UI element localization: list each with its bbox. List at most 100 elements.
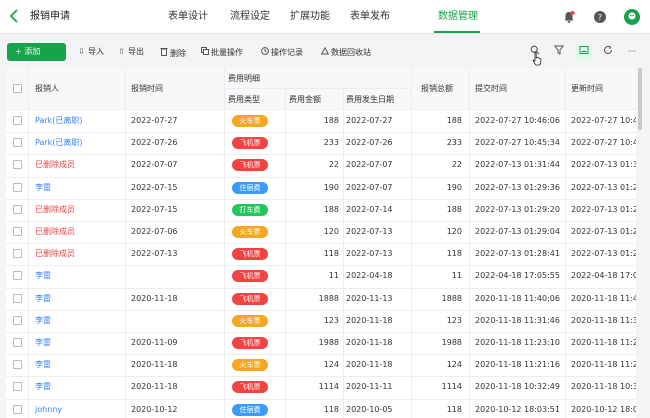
fee-type-badge: 飞机票 [232, 337, 268, 349]
header-applicant[interactable]: 报销人 [35, 84, 59, 94]
row-checkbox[interactable] [13, 338, 22, 347]
submitted-time-cell: 2020-11-18 11:21:16 [475, 360, 560, 369]
applicant-cell[interactable]: 李雷 [35, 316, 51, 326]
back-arrow-icon[interactable] [7, 9, 21, 25]
row-divider [6, 177, 636, 178]
applicant-cell[interactable]: johnny [35, 405, 62, 415]
row-checkbox[interactable] [13, 227, 22, 236]
top-bar: 报销申请 表单设计 流程设定 扩展功能 表单发布 数据管理 ? [0, 0, 650, 34]
row-checkbox[interactable] [13, 405, 22, 414]
filter-icon[interactable] [551, 45, 567, 60]
recycle-bin-button[interactable]: 数据回收站 [320, 46, 371, 58]
import-button[interactable]: ⇩ 导入 [77, 47, 104, 57]
add-button[interactable]: + 添加 [7, 43, 66, 61]
row-divider [6, 288, 636, 289]
row-divider [6, 199, 636, 200]
row-checkbox[interactable] [13, 116, 22, 125]
notification-bell-icon[interactable] [562, 10, 576, 24]
help-icon[interactable]: ? [593, 10, 607, 24]
fee-date-cell: 2022-04-18 [346, 271, 393, 280]
row-checkbox[interactable] [13, 160, 22, 169]
tab-form-design[interactable]: 表单设计 [168, 10, 208, 24]
row-checkbox[interactable] [13, 294, 22, 303]
row-checkbox[interactable] [13, 360, 22, 369]
batch-operation-button[interactable]: 批量操作 [200, 47, 243, 58]
row-checkbox[interactable] [13, 183, 22, 192]
header-fee-amount[interactable]: 费用金额 [289, 95, 321, 105]
applicant-cell[interactable]: 已删除成员 [35, 249, 75, 259]
submitted-time-cell: 2022-07-13 01:29:20 [475, 205, 560, 214]
tab-data-management[interactable]: 数据管理 [438, 10, 478, 24]
header-updated[interactable]: 更新时间 [571, 84, 603, 94]
updated-time-cell: 2022-07-27 10:45 [571, 116, 636, 125]
row-divider [6, 376, 636, 377]
fee-date-cell: 2022-07-07 [346, 160, 393, 169]
total-cell: 188 [446, 205, 462, 214]
fee-type-badge: 火车票 [232, 226, 268, 238]
total-cell: 11 [451, 271, 462, 280]
more-options-icon[interactable]: ··· [624, 45, 640, 60]
row-divider [6, 310, 636, 311]
reimburse-date-cell: 2020-11-09 [131, 338, 178, 347]
row-checkbox[interactable] [13, 205, 22, 214]
reimburse-date-cell: 2020-10-12 [131, 405, 178, 414]
submitted-time-cell: 2022-04-18 17:05:55 [475, 271, 560, 280]
submitted-time-cell: 2022-07-27 10:46:06 [475, 116, 560, 125]
avatar[interactable] [624, 9, 640, 25]
applicant-cell[interactable]: Park(已离职) [35, 116, 83, 126]
fee-type-badge: 飞机票 [232, 248, 268, 260]
fee-date-cell: 2022-07-13 [346, 249, 393, 258]
trash-icon [159, 47, 168, 59]
header-fee-details: 费用明细 [228, 74, 260, 83]
applicant-cell[interactable]: 李雷 [35, 338, 51, 348]
header-reimburse-date[interactable]: 报销时间 [131, 84, 163, 94]
reimburse-date-cell: 2022-07-06 [131, 227, 178, 236]
batch-icon [200, 47, 209, 58]
applicant-cell[interactable]: 李雷 [35, 294, 51, 304]
fee-type-badge: 火车票 [232, 315, 268, 327]
data-table: 报销人 报销时间 费用明细 费用类型 费用金额 费用发生日期 报销总额 提交时间… [6, 68, 636, 418]
select-all-checkbox[interactable] [13, 84, 22, 93]
fee-type-badge: 火车票 [232, 115, 268, 127]
updated-time-cell: 2022-07-13 01:28 [571, 249, 636, 258]
applicant-cell[interactable]: 已删除成员 [35, 227, 75, 237]
total-cell: 1888 [441, 294, 462, 303]
column-divider [285, 88, 286, 418]
applicant-cell[interactable]: 李雷 [35, 382, 51, 392]
column-divider [411, 68, 412, 418]
header-fee-date[interactable]: 费用发生日期 [346, 95, 394, 105]
row-checkbox[interactable] [13, 316, 22, 325]
refresh-icon[interactable] [600, 45, 616, 60]
row-checkbox[interactable] [13, 382, 22, 391]
applicant-cell[interactable]: 李雷 [35, 183, 51, 193]
reimburse-date-cell: 2022-07-15 [131, 205, 178, 214]
row-checkbox[interactable] [13, 249, 22, 258]
row-checkbox[interactable] [13, 271, 22, 280]
fee-date-cell: 2022-07-27 [346, 116, 393, 125]
submitted-time-cell: 2022-07-13 01:31:44 [475, 160, 560, 169]
row-checkbox[interactable] [13, 138, 22, 147]
fee-amount-cell: 1988 [318, 338, 339, 347]
scrollbar[interactable] [638, 68, 642, 130]
updated-time-cell: 2022-07-27 10:45 [571, 138, 636, 147]
applicant-cell[interactable]: 已删除成员 [35, 205, 75, 215]
export-button[interactable]: ⇧ 导出 [117, 47, 144, 57]
display-mode-icon[interactable] [576, 45, 592, 60]
applicant-cell[interactable]: Park(已离职) [35, 138, 83, 148]
applicant-cell[interactable]: 李雷 [35, 360, 51, 370]
header-fee-type[interactable]: 费用类型 [228, 95, 260, 105]
operation-log-button[interactable]: 操作记录 [260, 47, 303, 58]
applicant-cell[interactable]: 李雷 [35, 271, 51, 281]
fee-amount-cell: 118 [323, 249, 339, 258]
delete-button[interactable]: 删除 [159, 47, 186, 59]
updated-time-cell: 2022-07-13 01:29 [571, 205, 636, 214]
header-total[interactable]: 报销总额 [421, 84, 453, 94]
tab-extensions[interactable]: 扩展功能 [290, 10, 330, 24]
applicant-cell[interactable]: 已删除成员 [35, 160, 75, 170]
fee-amount-cell: 120 [323, 227, 339, 236]
fee-date-cell: 2020-11-18 [346, 360, 393, 369]
tab-publish[interactable]: 表单发布 [350, 10, 390, 24]
header-submitted[interactable]: 提交时间 [475, 84, 507, 94]
column-divider [343, 88, 344, 418]
tab-workflow[interactable]: 流程设定 [230, 10, 270, 24]
